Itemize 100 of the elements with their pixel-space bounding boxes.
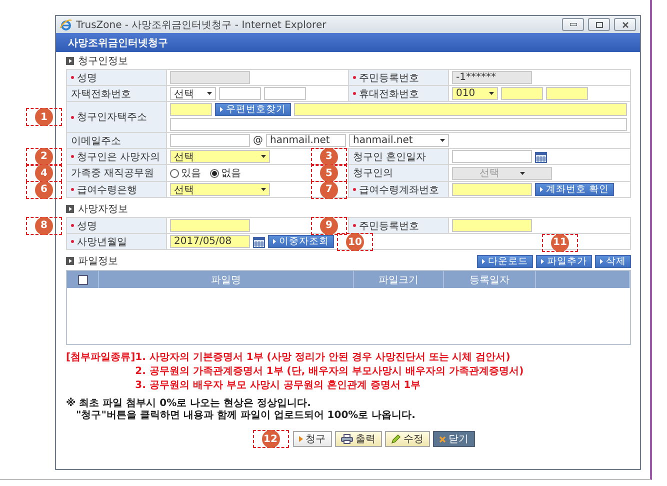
dropdown[interactable]: 010 — [452, 87, 498, 100]
input-field[interactable] — [452, 183, 532, 196]
input-field[interactable] — [170, 219, 250, 232]
action-button[interactable]: 청구 — [292, 431, 332, 447]
callout-badge: 2 — [35, 148, 53, 166]
input-field[interactable] — [170, 103, 212, 116]
dropdown[interactable]: 선택 — [170, 150, 270, 163]
callout-badge: 3 — [320, 148, 338, 166]
radio-label: 없음 — [221, 167, 241, 180]
minimize-button[interactable] — [562, 18, 584, 31]
caret-icon — [489, 92, 494, 95]
callout-badge: 12 — [262, 430, 280, 448]
input-field[interactable] — [501, 87, 543, 100]
arrow-icon — [600, 258, 603, 264]
note-text: 1. 사망자의 기본증명서 1부 (사망 정리가 안된 경우 사망진단서 또는 시체 검안서) — [135, 352, 512, 364]
field-label: 청구인은 사망자의 — [77, 150, 160, 164]
field-label: 이메일주소 — [71, 134, 121, 148]
action-button[interactable]: 출력 — [334, 431, 382, 447]
calendar-icon — [253, 236, 265, 248]
at-sign: @ — [253, 135, 263, 146]
caret-icon — [207, 92, 212, 95]
toolbar-button[interactable]: 파일추가 — [536, 254, 592, 268]
window-title: TrusZone - 사망조위금인터넷청구 - Internet Explorer — [76, 18, 328, 32]
section-icon — [66, 57, 74, 65]
page-header: 사망조위금인터넷청구 — [56, 33, 640, 52]
callout-badge: 10 — [346, 233, 364, 251]
action-button[interactable]: 닫기 — [432, 431, 474, 447]
maximize-button[interactable] — [588, 18, 610, 31]
input-field[interactable]: -1****** — [452, 71, 532, 84]
callout-badge: 9 — [320, 216, 338, 234]
input-field[interactable] — [219, 87, 261, 100]
browser-icon — [60, 18, 72, 30]
input-field[interactable] — [294, 103, 627, 116]
notice-text: ※ 최초 파일 첨부시 0%로 나오는 현상은 정상입니다. — [66, 398, 311, 410]
radio-button[interactable] — [210, 168, 219, 178]
field-label: 성명 — [77, 220, 97, 232]
dropdown[interactable]: hanmail.net — [349, 134, 449, 147]
input-field[interactable] — [452, 150, 532, 163]
field-label: 급여수령은행 — [77, 184, 137, 196]
callout-badge: 4 — [35, 164, 53, 182]
input-field[interactable] — [264, 87, 306, 100]
input-field[interactable] — [170, 118, 627, 131]
field-label: 가족중 재직공무원 — [71, 167, 154, 180]
field-label: 청구인 혼인일자 — [353, 150, 426, 164]
toolbar-button[interactable]: 삭제 — [595, 254, 631, 268]
input-field[interactable]: hanmail.net — [266, 134, 346, 147]
section-title: 파일정보 — [78, 255, 118, 268]
form-button[interactable]: 우편번호찾기 — [215, 103, 291, 116]
arrow-icon — [541, 258, 544, 264]
note-text: 2. 공무원의 가족관계증명서 1부 (단, 배우자의 부모사망시 배우자의 가족관계증명서) — [135, 366, 525, 378]
caret-icon — [520, 172, 524, 174]
dropdown[interactable]: 선택 — [170, 87, 216, 100]
callout-badge: 7 — [320, 180, 338, 198]
caret-icon — [261, 155, 266, 158]
field-label: 급여수령계좌번호 — [359, 184, 439, 196]
note-text: 3. 공무원의 배우자 부모 사망시 공무원의 혼인관계 증명서 1부 — [135, 380, 422, 392]
minimize-icon — [570, 23, 576, 26]
caret-icon — [440, 139, 445, 142]
notice-text: "청구"버튼을 클릭하면 내용과 함께 파일이 업로드되어 100%로 나옵니다. — [76, 410, 416, 422]
form-button[interactable]: 이중자조회 — [268, 235, 334, 248]
column-header: 파일크기 — [378, 274, 418, 286]
field-label: 청구인의 — [353, 167, 393, 180]
callout-badge: 1 — [35, 108, 53, 126]
maximize-icon — [596, 22, 602, 28]
close-button[interactable] — [614, 18, 636, 31]
field-label: 주민등록번호 — [359, 220, 419, 232]
arrow-icon — [220, 107, 223, 112]
arrow-icon — [298, 436, 302, 442]
calendar-icon — [535, 150, 547, 162]
radio-button[interactable] — [170, 168, 179, 178]
arrow-icon — [540, 187, 543, 192]
input-field[interactable] — [546, 87, 588, 100]
printer-icon — [340, 434, 352, 444]
arrow-icon — [482, 258, 485, 264]
form-button[interactable]: 계좌번호 확인 — [535, 183, 614, 196]
input-field[interactable]: 2017/05/08 — [170, 235, 250, 248]
callout-badge: 11 — [551, 234, 569, 252]
input-field[interactable] — [452, 219, 532, 232]
field-label: 휴대전화번호 — [359, 88, 419, 100]
caret-icon — [261, 188, 266, 191]
dropdown[interactable]: 선택 — [170, 183, 270, 196]
input-field[interactable] — [170, 71, 250, 84]
input-field[interactable] — [170, 134, 250, 147]
callout-badge: 8 — [35, 216, 53, 234]
column-header: 등록일자 — [470, 274, 510, 286]
close-icon — [622, 22, 628, 28]
section-title: 사망자정보 — [78, 203, 128, 216]
callout-badge: 6 — [35, 180, 53, 198]
checkbox[interactable] — [78, 274, 88, 284]
note-heading: [첨부파일종류] — [66, 352, 136, 364]
callout-badge: 5 — [320, 164, 338, 182]
action-button[interactable]: 수정 — [384, 431, 430, 447]
field-label: 청구인자택주소 — [77, 111, 147, 124]
field-label: 사망년월일 — [77, 236, 127, 248]
pencil-icon — [390, 434, 400, 444]
toolbar-button[interactable]: 다운로드 — [477, 254, 533, 268]
field-label: 주민등록번호 — [359, 72, 419, 84]
arrow-icon — [273, 239, 276, 244]
radio-label: 있음 — [181, 167, 201, 180]
field-label: 자택전화번호 — [71, 88, 131, 100]
